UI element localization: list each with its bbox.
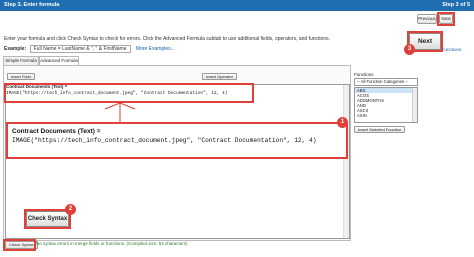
functions-label: Functions [354, 72, 374, 77]
check-syntax-button-zoom[interactable]: Check Syntax [26, 211, 69, 227]
check-syntax-highlight [3, 239, 36, 251]
zoom-formula-label: Contract Documents (Text) = [12, 128, 101, 135]
callout-badge-1: 1 [337, 117, 348, 128]
formula-zoom-callout: Contract Documents (Text) = IMAGE("https… [6, 122, 348, 159]
function-category-select[interactable]: -- All Function Categories -- [354, 78, 418, 86]
function-list[interactable]: ABS ACOS ADDMONTHS AND ASCII ASIN [354, 87, 418, 123]
function-item[interactable]: ASIN [355, 113, 417, 118]
zoom-formula-text: IMAGE("https://tech_info_contract_docume… [12, 137, 317, 144]
syntax-status-text: No syntax errors in merge fields or func… [36, 241, 188, 246]
function-list-scrollbar[interactable] [412, 88, 417, 122]
callout-badge-2: 2 [65, 204, 76, 215]
insert-selected-function-button[interactable]: Insert Selected Function [354, 126, 406, 133]
